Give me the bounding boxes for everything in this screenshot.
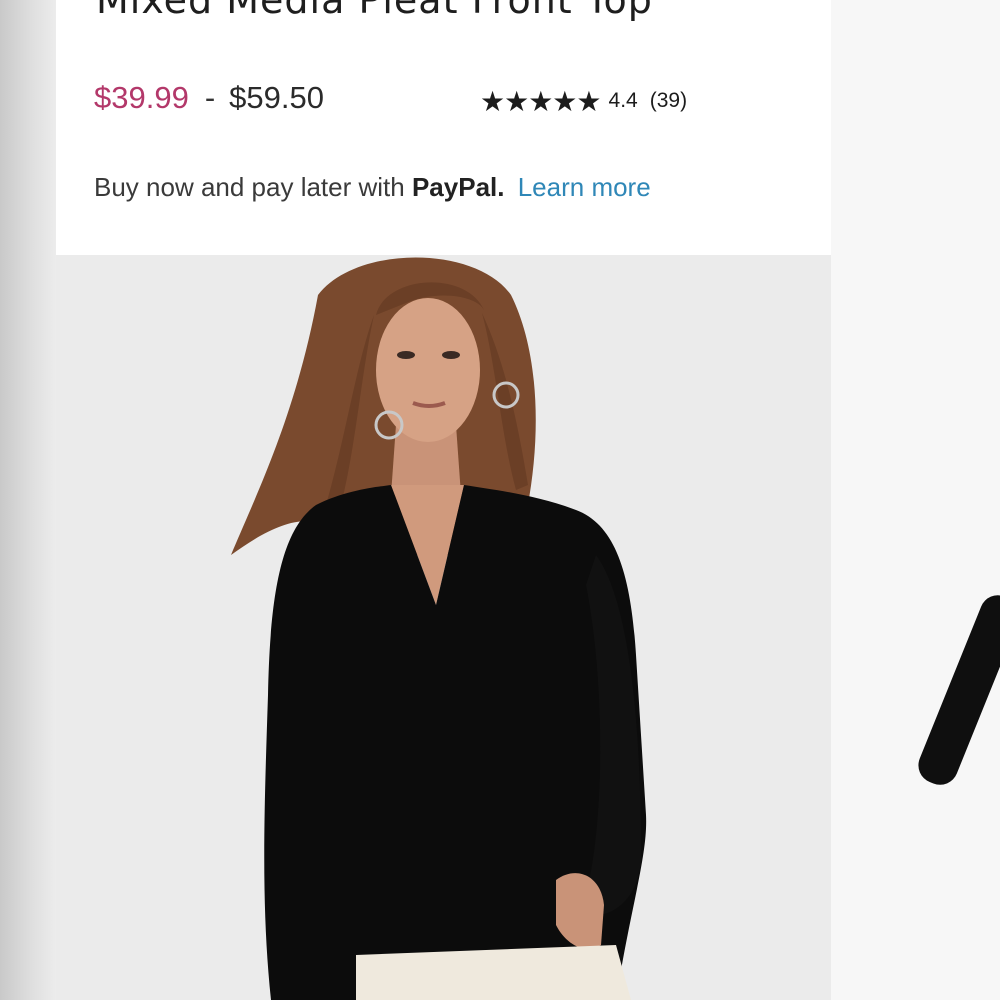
left-background-strip	[0, 0, 56, 1000]
price-high: $59.50	[229, 80, 324, 115]
learn-more-link[interactable]: Learn more	[518, 172, 651, 202]
review-count[interactable]: (39)	[650, 89, 687, 113]
rating-value: 4.4	[608, 89, 638, 112]
price-separator: -	[204, 80, 216, 115]
next-product-preview[interactable]	[831, 0, 1000, 1000]
price-low: $39.99	[94, 80, 189, 115]
product-card: Mixed Media Pleat Front Top $39.99 - $59…	[56, 0, 831, 1000]
rating-summary[interactable]: ★★★★★ 4.4 (39)	[480, 84, 687, 118]
price-range: $39.99 - $59.50	[94, 78, 324, 118]
next-product-sleeve	[912, 589, 1000, 791]
rating-stars: ★★★★★	[480, 85, 602, 117]
product-image[interactable]	[56, 255, 831, 1000]
paypal-message: Buy now and pay later with PayPal. Learn…	[94, 172, 651, 203]
paypal-brand: PayPal.	[411, 172, 505, 202]
model-photo-illustration	[56, 255, 831, 1000]
paypal-text: Buy now and pay later with	[94, 172, 405, 202]
product-title: Mixed Media Pleat Front Top	[96, 0, 653, 22]
